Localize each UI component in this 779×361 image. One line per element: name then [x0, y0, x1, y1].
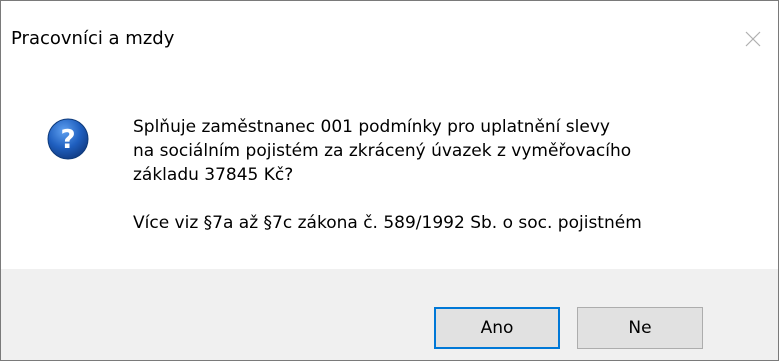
button-bar: Ano Ne — [1, 269, 778, 360]
close-icon — [745, 31, 761, 47]
close-button[interactable] — [728, 21, 778, 57]
message-line: Splňuje zaměstnanec 001 podmínky pro upl… — [133, 117, 610, 137]
message-line: základu 37845 Kč? — [133, 165, 294, 185]
message-reference-line: Více viz §7a až §7c zákona č. 589/1992 S… — [133, 213, 642, 233]
message-dialog: Pracovníci a mzdy ? Splňuje zaměstnanec … — [0, 0, 779, 361]
dialog-content: ? Splňuje zaměstnanec 001 podmínky pro u… — [1, 63, 778, 269]
window-title: Pracovníci a mzdy — [11, 28, 175, 49]
title-bar[interactable]: Pracovníci a mzdy — [1, 1, 778, 63]
no-button[interactable]: Ne — [577, 307, 703, 349]
message-line: na sociálním pojistém za zkrácený úvazek… — [133, 141, 632, 161]
yes-button[interactable]: Ano — [434, 307, 560, 349]
message-text: Splňuje zaměstnanec 001 podmínky pro upl… — [133, 115, 763, 235]
question-icon: ? — [47, 118, 89, 160]
svg-text:?: ? — [60, 125, 75, 155]
